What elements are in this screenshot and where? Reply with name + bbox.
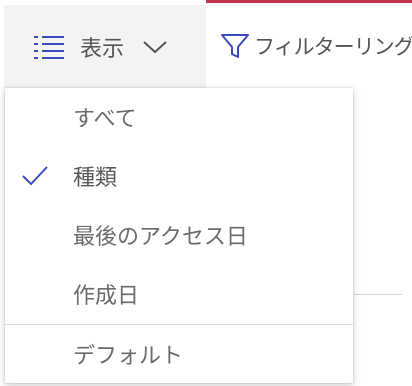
view-button-label: 表示 bbox=[80, 36, 125, 62]
menu-item-label: デフォルト bbox=[73, 344, 184, 369]
chevron-down-icon bbox=[142, 39, 168, 55]
menu-item-last-accessed[interactable]: 最後のアクセス日 bbox=[5, 206, 353, 264]
checkmark-icon bbox=[21, 165, 49, 187]
menu-item-label: 種類 bbox=[73, 166, 118, 191]
menu-item-created-date[interactable]: 作成日 bbox=[5, 265, 353, 323]
menu-item-label: 最後のアクセス日 bbox=[73, 225, 248, 250]
menu-item-label: すべて bbox=[73, 107, 137, 132]
menu-item-default[interactable]: デフォルト bbox=[5, 325, 353, 383]
list-view-icon bbox=[34, 34, 64, 60]
view-dropdown-menu: すべて 種類 最後のアクセス日 作成日 デフォルト bbox=[5, 88, 353, 383]
filter-button[interactable]: フィルターリング bbox=[220, 28, 412, 64]
background-divider bbox=[354, 294, 402, 295]
menu-item-label: 作成日 bbox=[73, 284, 140, 309]
toolbar: 表示 フィルターリング bbox=[0, 0, 412, 88]
app-window: 表示 フィルターリング すべて 種類 最後のアクセス日 作成日 デフォルト bbox=[0, 0, 412, 386]
menu-item-all[interactable]: すべて bbox=[5, 88, 353, 146]
filter-icon bbox=[220, 32, 250, 60]
filter-button-label: フィルターリング bbox=[254, 35, 412, 59]
menu-item-type[interactable]: 種類 bbox=[5, 147, 353, 205]
view-button[interactable]: 表示 bbox=[4, 5, 206, 88]
